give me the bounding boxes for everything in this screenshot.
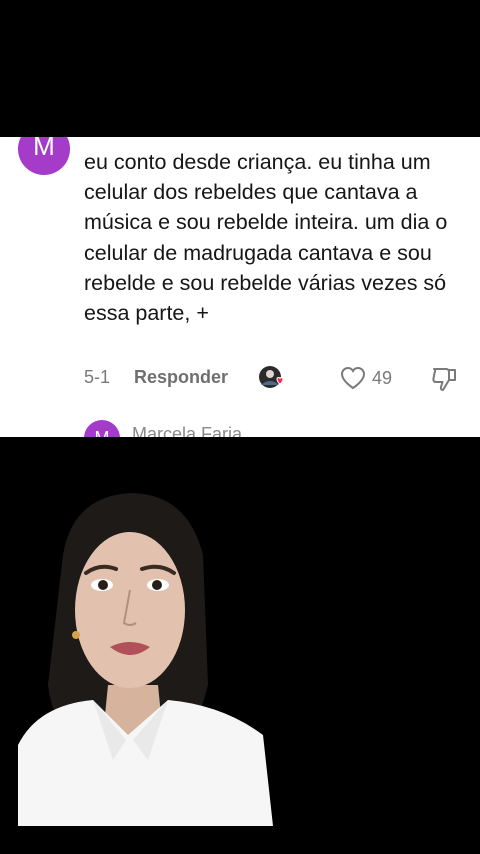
comment-card: M eu conto desde criança. eu tinha um ce… <box>0 137 480 437</box>
comment-actions: 5-1 Responder 49 <box>84 365 474 393</box>
comment-text: eu conto desde criança. eu tinha um celu… <box>84 150 448 326</box>
commenter-avatar[interactable]: M <box>18 137 70 175</box>
dislike-button[interactable] <box>430 365 458 393</box>
like-count: 49 <box>372 368 393 388</box>
next-comment-preview[interactable]: M Marcela Faria <box>84 420 384 437</box>
like-button[interactable]: 49 <box>340 365 400 393</box>
next-commenter-name: Marcela Faria <box>132 424 243 437</box>
thumbs-down-icon <box>432 368 456 391</box>
creator-liked-icon <box>258 365 286 393</box>
reply-button[interactable]: Responder <box>134 367 228 388</box>
heart-outline-icon <box>340 366 366 390</box>
video-presenter <box>18 485 273 826</box>
next-commenter-avatar[interactable]: M <box>84 420 120 437</box>
comment-date: 5-1 <box>84 367 111 387</box>
